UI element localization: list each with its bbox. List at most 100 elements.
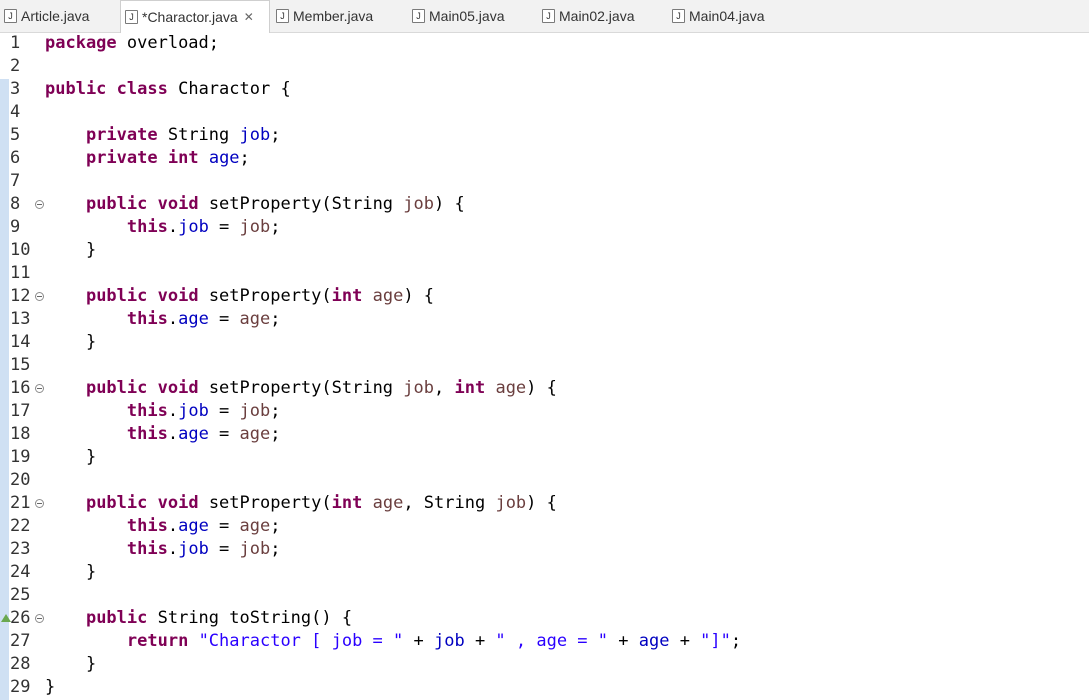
line-number: 2: [10, 56, 21, 76]
line-number: 26: [10, 608, 31, 628]
code-token: overload;: [116, 33, 220, 53]
line-number: 24: [10, 562, 31, 582]
code-token: package: [45, 33, 117, 53]
line-number: 13: [10, 309, 31, 329]
collapse-fold-icon[interactable]: [35, 200, 44, 209]
override-marker-icon: [1, 614, 11, 622]
code-token: job: [239, 125, 271, 145]
code-token: " , age = ": [495, 631, 609, 651]
line-number: 23: [10, 539, 31, 559]
java-file-icon: J: [4, 9, 17, 23]
code-token: }: [45, 654, 97, 674]
code-token: return: [126, 631, 189, 651]
tab-member-java[interactable]: J Member.java: [272, 0, 406, 32]
code-token: ,: [434, 378, 455, 398]
editor-tab-bar: J Article.java J *Charactor.java ✕ J Member.ja…: [0, 0, 1089, 33]
code-token: void: [157, 493, 199, 513]
code-token: ) {: [434, 194, 465, 214]
code-line: package overload;: [45, 32, 219, 55]
code-token: ;: [270, 516, 281, 536]
code-token: .: [167, 401, 179, 421]
code-token: void: [157, 286, 199, 306]
code-line: public void setProperty(String job, int …: [45, 377, 557, 400]
code-line: this.age = age;: [45, 515, 281, 538]
code-token: age: [372, 286, 404, 306]
code-token: public: [85, 608, 148, 628]
code-line: }: [45, 239, 96, 262]
line-number: 10: [10, 240, 31, 260]
code-line: this.age = age;: [45, 423, 281, 446]
tab-article-java[interactable]: J Article.java: [0, 0, 118, 32]
code-line: this.job = job;: [45, 538, 281, 561]
code-line: }: [45, 676, 55, 699]
close-tab-icon[interactable]: ✕: [244, 10, 254, 24]
line-number: 28: [10, 654, 31, 674]
code-token: ;: [270, 539, 281, 559]
tab-main02-java[interactable]: J Main02.java: [538, 0, 666, 32]
code-token: this: [126, 516, 168, 536]
line-number: 4: [10, 102, 21, 122]
line-number: 16: [10, 378, 31, 398]
code-token: job: [433, 631, 465, 651]
code-token: private: [85, 148, 158, 168]
line-number: 9: [10, 217, 21, 237]
code-token: job: [403, 194, 434, 214]
code-token: int: [167, 148, 199, 168]
code-token: void: [157, 378, 199, 398]
code-token: "]": [700, 631, 731, 651]
code-token: .: [167, 539, 179, 559]
collapse-fold-icon[interactable]: [35, 384, 44, 393]
code-token: Charactor {: [167, 79, 291, 99]
code-token: job: [403, 378, 434, 398]
tab-charactor-java[interactable]: J *Charactor.java ✕: [120, 0, 270, 33]
code-token: String: [157, 125, 240, 145]
code-token: age: [239, 424, 271, 444]
code-token: }: [45, 562, 97, 582]
overview-ruler: [0, 33, 10, 700]
code-line: this.age = age;: [45, 308, 281, 331]
code-token: .: [167, 217, 179, 237]
code-token: age: [239, 516, 271, 536]
code-token: setProperty(String: [198, 194, 404, 214]
code-token: job: [178, 539, 209, 559]
code-token: job: [178, 217, 209, 237]
code-token: }: [45, 677, 56, 697]
code-token: =: [208, 424, 240, 444]
code-line: public void setProperty(String job) {: [45, 193, 465, 216]
code-line: return "Charactor [ job = " + job + " , …: [45, 630, 741, 653]
code-token: this: [126, 401, 168, 421]
code-line: }: [45, 446, 96, 469]
collapse-fold-icon[interactable]: [35, 292, 44, 301]
collapse-fold-icon[interactable]: [35, 499, 44, 508]
code-token: age: [372, 493, 404, 513]
code-token: this: [126, 217, 168, 237]
tab-label: *Charactor.java: [142, 9, 238, 25]
tab-main05-java[interactable]: J Main05.java: [408, 0, 536, 32]
code-editor[interactable]: 1 2 3 4 5 6 7 8 9 10 11 12 13 14 15 16 17 18 19 20 21 22 23 24 2…: [0, 33, 1089, 700]
code-token: age: [495, 378, 527, 398]
code-token: public: [85, 378, 148, 398]
code-line: private int age;: [45, 147, 250, 170]
code-token: this: [126, 309, 168, 329]
collapse-fold-icon[interactable]: [35, 614, 44, 623]
code-token: .: [167, 516, 179, 536]
line-number: 14: [10, 332, 31, 352]
code-token: ;: [270, 217, 281, 237]
code-token: setProperty(String: [198, 378, 404, 398]
java-file-icon: J: [542, 9, 555, 23]
code-line: public String toString() {: [45, 607, 352, 630]
tab-main04-java[interactable]: J Main04.java: [668, 0, 796, 32]
code-token: job: [239, 539, 271, 559]
code-token: public: [45, 79, 107, 99]
